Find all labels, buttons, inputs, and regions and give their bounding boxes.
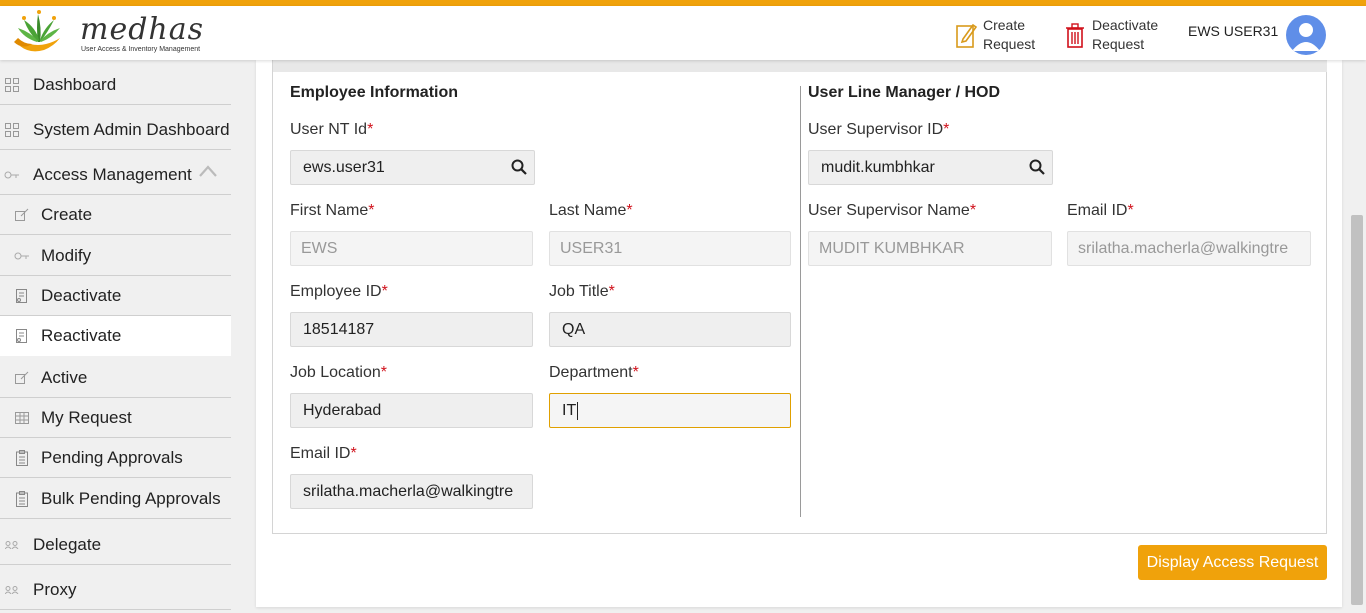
supervisor-name-field[interactable]: MUDIT KUMBHKAR — [808, 231, 1052, 266]
search-icon[interactable] — [1029, 159, 1045, 175]
lotus-hand-icon — [14, 10, 60, 52]
people-icon — [4, 582, 20, 598]
table-icon — [14, 410, 30, 426]
key-icon — [14, 248, 30, 264]
trash-icon — [1066, 23, 1084, 48]
app-header: medhas User Access & Inventory Managemen… — [0, 6, 1366, 60]
supervisor-id-field[interactable]: mudit.kumbhkar — [808, 150, 1053, 185]
deactivate-request-button[interactable]: Deactivate Request — [1064, 16, 1172, 54]
department-label: Department* — [549, 364, 639, 381]
employee-id-label: Employee ID* — [290, 283, 388, 300]
user-avatar[interactable] — [1286, 15, 1326, 55]
nt-id-field[interactable]: ews.user31 — [290, 150, 535, 185]
job-location-label: Job Location* — [290, 364, 387, 381]
manager-info-title: User Line Manager / HOD — [808, 84, 1001, 101]
sidebar-item-label: Create — [41, 205, 93, 224]
brand-name: medhas — [80, 12, 205, 47]
create-request-button[interactable]: Create Request — [955, 16, 1043, 54]
sidebar-item-label: My Request — [41, 408, 132, 427]
sidebar-item-label: Reactivate — [41, 326, 122, 345]
reactivate-form-panel: Employee Information User NT Id* ews.use… — [272, 60, 1327, 534]
search-icon[interactable] — [511, 159, 527, 175]
scrollbar-thumb[interactable] — [1351, 215, 1363, 605]
sidebar-item-label: Deactivate — [41, 286, 122, 305]
sidebar-item-my-request[interactable]: My Request — [0, 399, 231, 438]
edit-document-icon — [956, 23, 977, 48]
supervisor-name-label: User Supervisor Name* — [808, 202, 977, 219]
employee-info-title: Employee Information — [290, 84, 459, 101]
edit-icon — [14, 207, 30, 223]
sidebar-item-dashboard[interactable]: Dashboard — [0, 65, 231, 105]
sidebar-item-label: System Admin Dashboard — [33, 119, 230, 139]
sidebar-item-pending-approvals[interactable]: Pending Approvals — [0, 439, 231, 478]
clipboard-icon — [14, 490, 30, 507]
last-name-field[interactable]: USER31 — [549, 231, 791, 266]
display-access-request-button[interactable]: Display Access Request — [1138, 545, 1327, 580]
sidebar-item-modify[interactable]: Modify — [0, 236, 231, 276]
current-user-name[interactable]: EWS USER31 — [1188, 23, 1278, 39]
sidebar: Dashboard System Admin Dashboard Access … — [0, 60, 240, 613]
grid-icon — [4, 122, 20, 138]
create-request-label-line2: Request — [983, 36, 1036, 52]
document-icon — [14, 328, 30, 344]
email-label: Email ID* — [290, 445, 357, 462]
supervisor-id-label: User Supervisor ID* — [808, 121, 950, 138]
page-scrollbar[interactable] — [1349, 60, 1366, 613]
sidebar-item-label: Delegate — [33, 534, 102, 554]
user-icon — [1292, 23, 1320, 51]
text-caret — [577, 401, 579, 420]
sidebar-item-reactivate[interactable]: Reactivate — [0, 316, 231, 356]
sidebar-item-access-management[interactable]: Access Management — [0, 155, 231, 195]
medhas-logo[interactable]: medhas User Access & Inventory Managemen… — [10, 8, 203, 58]
sidebar-item-label: Dashboard — [33, 74, 117, 94]
sidebar-item-proxy[interactable]: Proxy — [0, 570, 231, 610]
sidebar-item-label: Bulk Pending Approvals — [41, 488, 221, 508]
sidebar-item-label: Proxy — [33, 579, 77, 599]
column-divider — [800, 86, 801, 517]
employee-id-field[interactable]: 18514187 — [290, 312, 533, 347]
main-content: Employee Information User NT Id* ews.use… — [256, 60, 1342, 607]
edit-icon — [14, 370, 30, 386]
people-icon — [4, 537, 20, 553]
first-name-field[interactable]: EWS — [290, 231, 533, 266]
job-location-field[interactable]: Hyderabad — [290, 393, 533, 428]
create-request-label-line1: Create — [983, 17, 1026, 33]
nt-id-label: User NT Id* — [290, 121, 374, 138]
last-name-label: Last Name* — [549, 202, 633, 219]
clipboard-icon — [14, 450, 30, 466]
department-field[interactable]: IT — [549, 393, 791, 428]
sidebar-item-create[interactable]: Create — [0, 196, 231, 235]
chevron-up-icon[interactable] — [199, 165, 217, 177]
sidebar-item-label: Access Management — [33, 164, 192, 184]
sidebar-item-delegate[interactable]: Delegate — [0, 525, 231, 565]
sidebar-item-label: Active — [41, 367, 88, 387]
grid-icon — [4, 77, 20, 93]
job-title-label: Job Title* — [549, 283, 615, 300]
sidebar-item-system-admin-dashboard[interactable]: System Admin Dashboard — [0, 110, 231, 150]
sidebar-item-bulk-pending-approvals[interactable]: Bulk Pending Approvals — [0, 479, 231, 519]
brand-tagline: User Access & Inventory Management — [81, 46, 201, 53]
sidebar-item-label: Pending Approvals — [41, 448, 183, 467]
panel-header-strip — [273, 60, 1327, 72]
deactivate-request-label-line1: Deactivate — [1092, 17, 1159, 33]
document-icon — [14, 288, 30, 304]
sidebar-item-active[interactable]: Active — [0, 358, 231, 398]
key-icon — [4, 167, 20, 183]
supervisor-email-label: Email ID* — [1067, 202, 1134, 219]
job-title-field[interactable]: QA — [549, 312, 791, 347]
email-field[interactable]: srilatha.macherla@walkingtre — [290, 474, 533, 509]
supervisor-email-field[interactable]: srilatha.macherla@walkingtre — [1067, 231, 1311, 266]
sidebar-item-deactivate[interactable]: Deactivate — [0, 277, 231, 316]
deactivate-request-label-line2: Request — [1092, 36, 1145, 52]
first-name-label: First Name* — [290, 202, 375, 219]
sidebar-item-label: Modify — [41, 245, 92, 265]
